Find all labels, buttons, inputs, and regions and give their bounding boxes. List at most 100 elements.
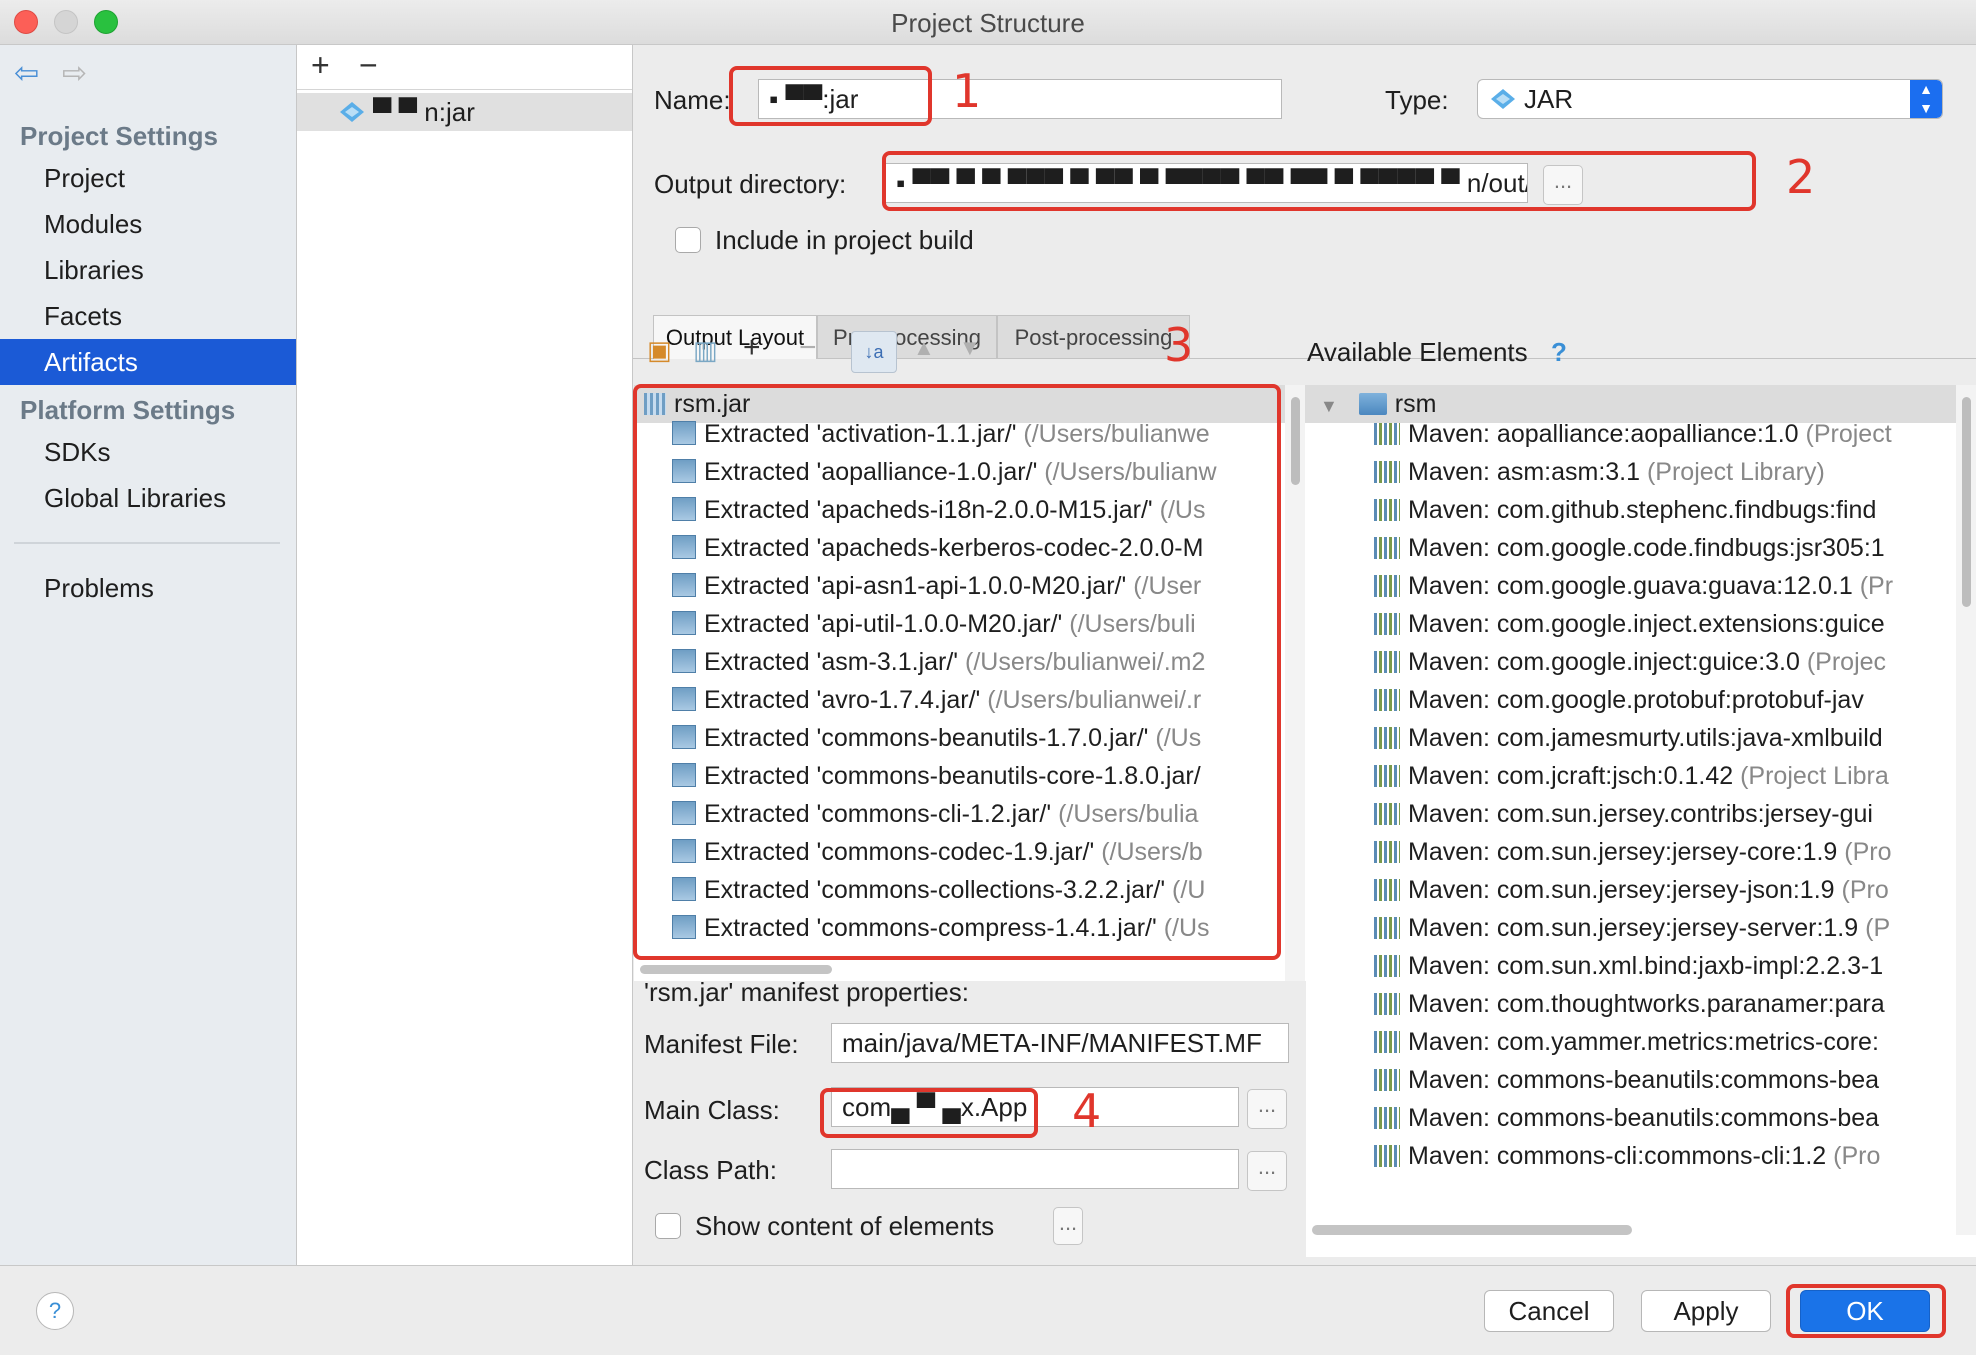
jar-artifact-icon — [340, 102, 364, 122]
library-item-row[interactable]: Maven: commons-beanutils:commons-bea — [1374, 1099, 1879, 1137]
sort-alphabetically-icon[interactable]: ↓a — [851, 331, 897, 373]
library-item-label: Maven: com.thoughtworks.paranamer:para — [1408, 990, 1885, 1018]
main-class-browse-button[interactable]: ... — [1247, 1089, 1287, 1129]
library-item-row[interactable]: Maven: com.thoughtworks.paranamer:para — [1374, 985, 1885, 1023]
jar-type-icon — [1491, 89, 1515, 109]
library-item-row[interactable]: Maven: asm:asm:3.1 (Project Library) — [1374, 453, 1825, 491]
library-item-row[interactable]: Maven: com.google.code.findbugs:jsr305:1 — [1374, 529, 1885, 567]
library-item-label: Maven: com.google.inject.extensions:guic… — [1408, 610, 1885, 638]
add-artifact-button[interactable]: + — [311, 47, 330, 84]
library-item-row[interactable]: Maven: com.sun.jersey:jersey-core:1.9 (P… — [1374, 833, 1892, 871]
available-vscroll-thumb[interactable] — [1962, 397, 1971, 607]
annotation-number-1: 1 — [952, 64, 982, 118]
include-in-build-label: Include in project build — [715, 225, 974, 255]
annotation-number-4: 4 — [1072, 1084, 1102, 1138]
back-arrow-icon[interactable]: ⇦ — [14, 59, 39, 89]
library-item-row[interactable]: Maven: aopalliance:aopalliance:1.0 (Proj… — [1374, 415, 1892, 453]
artifact-list-panel: + − ▀ ▀ n:jar — [297, 45, 633, 1265]
layout-vscroll-track[interactable] — [1285, 385, 1305, 981]
library-item-label: Maven: com.jcraft:jsch:0.1.42 — [1408, 762, 1734, 790]
available-vscroll-track[interactable] — [1956, 385, 1976, 1235]
cancel-button[interactable]: Cancel — [1484, 1290, 1614, 1332]
help-question-icon[interactable]: ? — [1551, 337, 1567, 368]
sidebar-item-problems[interactable]: Problems — [0, 565, 296, 611]
sidebar-item-project[interactable]: Project — [0, 155, 296, 201]
forward-arrow-icon[interactable]: ⇨ — [62, 59, 87, 89]
library-item-label: Maven: com.google.protobuf:protobuf-jav — [1408, 686, 1864, 714]
move-down-icon[interactable]: ▼ — [959, 335, 981, 361]
archive-icon[interactable]: ▥ — [693, 335, 718, 366]
library-item-label: Maven: com.sun.jersey:jersey-json:1.9 — [1408, 876, 1835, 904]
maven-library-icon — [1374, 651, 1400, 673]
library-item-label: Maven: com.sun.jersey:jersey-core:1.9 — [1408, 838, 1838, 866]
library-item-row[interactable]: Maven: com.yammer.metrics:metrics-core: — [1374, 1023, 1879, 1061]
remove-element-icon[interactable]: − — [799, 331, 817, 365]
collapse-arrow-icon[interactable]: ▼ — [1320, 396, 1338, 416]
library-item-path-hint: (Pro — [1837, 838, 1892, 866]
library-item-row[interactable]: Maven: com.google.inject.extensions:guic… — [1374, 605, 1885, 643]
sidebar-item-sdks[interactable]: SDKs — [0, 429, 296, 475]
library-item-path-hint: (Project — [1798, 420, 1892, 448]
maven-library-icon — [1374, 765, 1400, 787]
library-item-row[interactable]: Maven: com.jamesmurty.utils:java-xmlbuil… — [1374, 719, 1883, 757]
show-content-checkbox[interactable] — [655, 1213, 681, 1239]
sidebar-item-global-libraries[interactable]: Global Libraries — [0, 475, 296, 521]
sidebar-divider — [14, 542, 280, 544]
dropdown-arrows-icon[interactable]: ▲ ▼ — [1910, 80, 1942, 118]
available-hscroll-thumb[interactable] — [1312, 1225, 1632, 1235]
type-select[interactable]: JAR ▲ ▼ — [1477, 79, 1943, 119]
library-item-row[interactable]: Maven: com.github.stephenc.findbugs:find — [1374, 491, 1876, 529]
library-item-path-hint: (Pro — [1826, 1142, 1881, 1170]
sidebar-item-libraries[interactable]: Libraries — [0, 247, 296, 293]
library-item-label: Maven: com.jamesmurty.utils:java-xmlbuil… — [1408, 724, 1883, 752]
annotation-number-2: 2 — [1786, 150, 1816, 204]
list-divider — [297, 89, 632, 90]
library-item-label: Maven: com.github.stephenc.findbugs:find — [1408, 496, 1877, 524]
sidebar-item-modules[interactable]: Modules — [0, 201, 296, 247]
available-elements-tree[interactable]: ▼ rsm Maven: aopalliance:aopalliance:1.0… — [1306, 385, 1976, 1257]
move-up-icon[interactable]: ▲ — [913, 335, 935, 361]
library-item-row[interactable]: Maven: com.google.guava:guava:12.0.1 (Pr — [1374, 567, 1893, 605]
library-item-label: Maven: commons-beanutils:commons-bea — [1408, 1104, 1880, 1132]
output-directory-label: Output directory: — [654, 169, 847, 199]
show-content-label: Show content of elements — [695, 1211, 995, 1241]
library-item-row[interactable]: Maven: com.google.inject:guice:3.0 (Proj… — [1374, 643, 1886, 681]
help-button[interactable]: ? — [36, 1292, 74, 1330]
library-item-row[interactable]: Maven: com.sun.jersey:jersey-server:1.9 … — [1374, 909, 1890, 947]
settings-sidebar: ⇦ ⇨ Project Settings Project Modules Lib… — [0, 45, 297, 1265]
maven-library-icon — [1374, 461, 1400, 483]
layout-hscroll-thumb[interactable] — [640, 965, 832, 974]
library-item-row[interactable]: Maven: com.sun.xml.bind:jaxb-impl:2.2.3-… — [1374, 947, 1883, 985]
library-item-label: Maven: commons-beanutils:commons-bea — [1408, 1066, 1880, 1094]
tab-output-layout[interactable]: Output Layout — [653, 315, 817, 359]
library-item-path-hint: (Pro — [1834, 876, 1889, 904]
remove-artifact-button[interactable]: − — [359, 47, 378, 84]
maven-library-icon — [1374, 803, 1400, 825]
library-item-row[interactable]: Maven: commons-cli:commons-cli:1.2 (Pro — [1374, 1137, 1880, 1175]
class-path-field[interactable] — [831, 1149, 1239, 1189]
maven-library-icon — [1374, 499, 1400, 521]
include-in-build-checkbox[interactable] — [675, 227, 701, 253]
library-item-row[interactable]: Maven: com.jcraft:jsch:0.1.42 (Project L… — [1374, 757, 1889, 795]
add-element-icon[interactable]: + — [743, 331, 761, 365]
library-item-row[interactable]: Maven: com.sun.jersey:jersey-json:1.9 (P… — [1374, 871, 1889, 909]
artifact-item[interactable]: ▀ ▀ n:jar — [297, 93, 632, 131]
name-label: Name: — [654, 85, 731, 115]
available-root-label: rsm — [1394, 390, 1437, 418]
layout-vscroll-thumb[interactable] — [1291, 397, 1300, 485]
tab-post-processing[interactable]: Post-processing — [997, 315, 1190, 359]
apply-button[interactable]: Apply — [1641, 1290, 1771, 1332]
library-item-row[interactable]: Maven: com.google.protobuf:protobuf-jav — [1374, 681, 1864, 719]
class-path-browse-button[interactable]: ... — [1247, 1151, 1287, 1191]
manifest-file-field[interactable]: main/java/META-INF/MANIFEST.MF — [831, 1023, 1289, 1063]
window-title: Project Structure — [891, 8, 1085, 38]
library-item-row[interactable]: Maven: commons-beanutils:commons-bea — [1374, 1061, 1879, 1099]
maven-library-icon — [1374, 613, 1400, 635]
show-content-options-button[interactable]: ... — [1053, 1207, 1083, 1245]
maven-library-icon — [1374, 1107, 1400, 1129]
new-folder-icon[interactable]: ▣ — [647, 335, 672, 366]
sidebar-item-artifacts[interactable]: Artifacts — [0, 339, 296, 385]
library-item-row[interactable]: Maven: com.sun.jersey.contribs:jersey-gu… — [1374, 795, 1873, 833]
annotation-box-ok — [1786, 1284, 1946, 1338]
sidebar-item-facets[interactable]: Facets — [0, 293, 296, 339]
